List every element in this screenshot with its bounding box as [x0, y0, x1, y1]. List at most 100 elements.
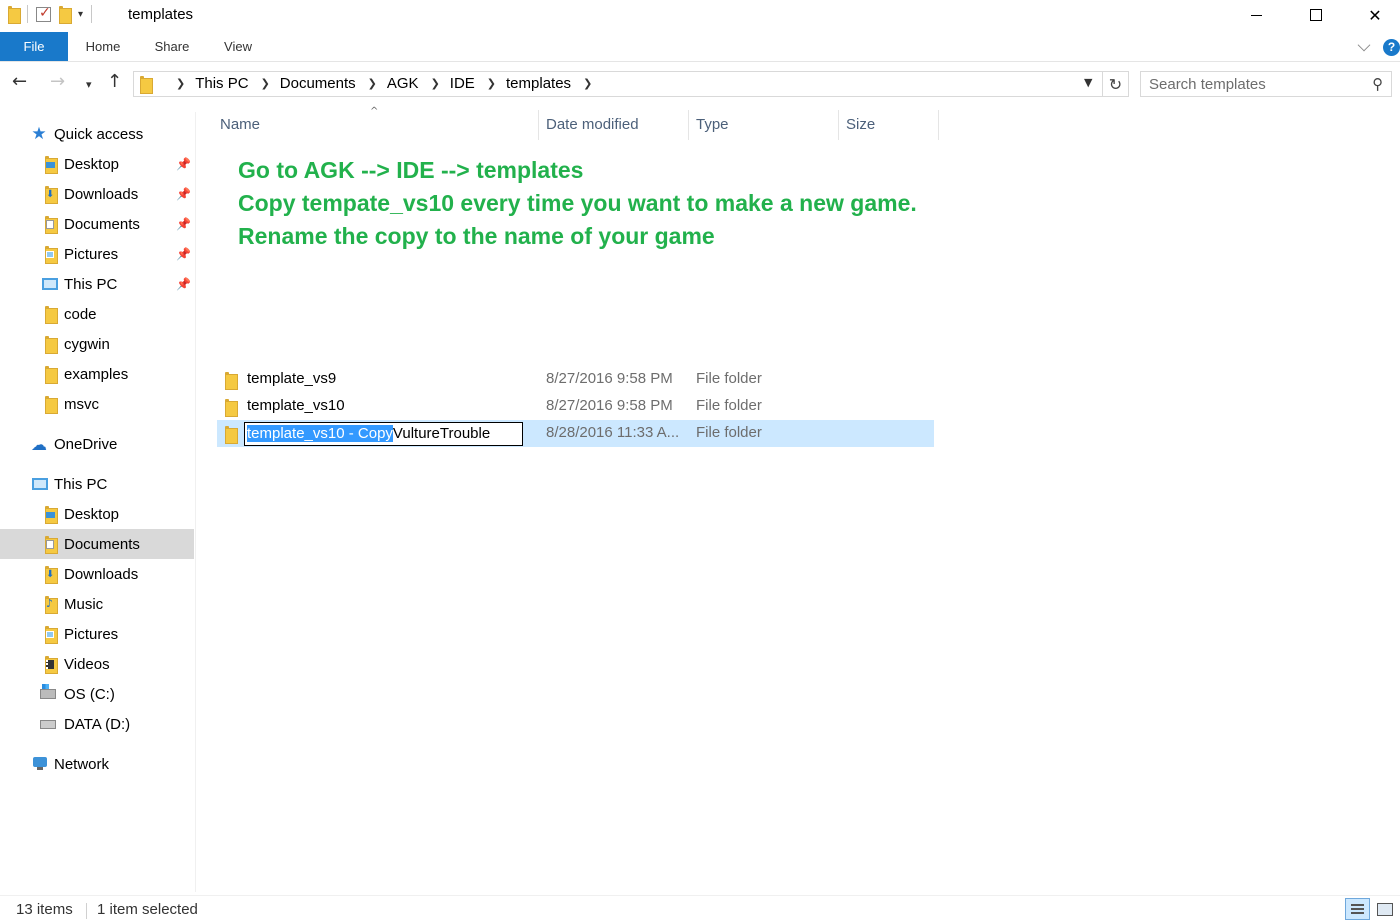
search-input[interactable]: [1149, 74, 1359, 94]
tab-view[interactable]: View: [210, 32, 266, 61]
annotation-line-1: Go to AGK --> IDE --> templates: [238, 157, 584, 183]
column-header-type[interactable]: Type: [696, 110, 729, 140]
sidebar-item-msvc[interactable]: msvc: [0, 389, 194, 419]
details-view-button[interactable]: [1345, 898, 1370, 920]
desktop-folder-icon: [42, 506, 58, 524]
sidebar-item-downloads[interactable]: ⬇ Downloads 📌: [0, 179, 194, 209]
large-icons-view-button[interactable]: [1374, 899, 1394, 917]
column-divider[interactable]: [688, 110, 689, 140]
tab-file[interactable]: File: [0, 32, 68, 61]
sidebar-item-pc-music[interactable]: ♪ Music: [0, 589, 194, 619]
chevron-right-icon[interactable]: ❯: [583, 77, 592, 90]
forward-button[interactable]: →: [50, 72, 65, 92]
chevron-right-icon[interactable]: ❯: [368, 77, 377, 90]
pin-icon[interactable]: 📌: [176, 217, 191, 231]
sidebar-item-pc-documents[interactable]: Documents: [0, 529, 194, 559]
pin-icon[interactable]: 📌: [176, 277, 191, 291]
sidebar-item-documents[interactable]: Documents 📌: [0, 209, 194, 239]
column-header-size[interactable]: Size: [846, 110, 875, 140]
refresh-button[interactable]: ↻: [1103, 71, 1129, 97]
up-button[interactable]: ↑: [107, 72, 122, 92]
sidebar-item-desktop[interactable]: Desktop 📌: [0, 149, 194, 179]
sidebar-item-pc-pictures[interactable]: Pictures: [0, 619, 194, 649]
chevron-down-icon[interactable]: ▼: [1084, 76, 1092, 89]
sidebar-item-code[interactable]: code: [0, 299, 194, 329]
breadcrumb-this-pc[interactable]: This PC: [195, 75, 248, 92]
ribbon: File Home Share View: [0, 32, 1400, 62]
chevron-right-icon[interactable]: ❯: [431, 77, 440, 90]
minimize-button[interactable]: [1233, 0, 1279, 30]
window-title: templates: [128, 6, 194, 23]
maximize-button[interactable]: [1293, 0, 1339, 30]
sidebar-item-label: Desktop: [64, 505, 120, 523]
cloud-icon: ☁: [31, 434, 47, 454]
sidebar-item-examples[interactable]: examples: [0, 359, 194, 389]
divider: [86, 903, 87, 919]
sidebar-item-quick-access[interactable]: ★ Quick access: [0, 119, 194, 149]
close-button[interactable]: ✕: [1352, 0, 1398, 30]
customize-toolbar-icon[interactable]: ▾: [78, 9, 83, 20]
help-icon[interactable]: ?: [1383, 39, 1400, 56]
new-folder-icon[interactable]: [59, 6, 72, 24]
sidebar-item-network[interactable]: Network: [0, 749, 194, 779]
selection-count: 1 item selected: [97, 901, 198, 918]
properties-icon[interactable]: [36, 5, 51, 22]
column-divider[interactable]: [838, 110, 839, 140]
navigation-pane: ★ Quick access Desktop 📌 ⬇ Downloads 📌 D…: [0, 112, 196, 892]
sidebar-item-cygwin[interactable]: cygwin: [0, 329, 194, 359]
navigation-bar: ← → ▾ ↑ ❯ This PC ❯ Documents ❯ AGK ❯ ID…: [0, 64, 1400, 102]
sort-ascending-icon: ^: [370, 106, 379, 117]
tab-share[interactable]: Share: [140, 32, 204, 61]
title-bar: ▾ templates ✕: [0, 0, 1400, 32]
sidebar-item-label: OneDrive: [54, 435, 118, 453]
chevron-right-icon[interactable]: ❯: [176, 77, 185, 90]
sidebar-item-label: Pictures: [64, 245, 119, 263]
file-row[interactable]: template_vs10 8/27/2016 9:58 PM File fol…: [217, 393, 934, 420]
search-box[interactable]: ⚲: [1140, 71, 1392, 97]
pin-icon[interactable]: 📌: [176, 247, 191, 261]
sidebar-item-label: Quick access: [54, 125, 144, 143]
column-header-date[interactable]: Date modified: [546, 110, 639, 140]
sidebar-item-onedrive[interactable]: ☁ OneDrive: [0, 429, 194, 459]
sidebar-item-pc-desktop[interactable]: Desktop: [0, 499, 194, 529]
chevron-right-icon[interactable]: ❯: [261, 77, 270, 90]
folder-icon: [42, 336, 58, 354]
column-divider[interactable]: [938, 110, 939, 140]
sidebar-item-this-pc[interactable]: This PC: [0, 469, 194, 499]
sidebar-item-label: Pictures: [64, 625, 119, 643]
recent-locations-button[interactable]: ▾: [86, 75, 92, 95]
sidebar-item-drive-d[interactable]: DATA (D:): [0, 709, 194, 739]
sidebar-item-label: Desktop: [64, 155, 120, 173]
breadcrumb-agk[interactable]: AGK: [387, 75, 419, 92]
downloads-folder-icon: ⬇: [42, 566, 58, 584]
column-header-name[interactable]: Name: [220, 110, 260, 140]
sidebar-item-label: examples: [64, 365, 129, 383]
rename-input[interactable]: template_vs10 - CopyVultureTrouble: [244, 422, 523, 446]
status-bar: 13 items 1 item selected: [0, 895, 1400, 923]
rename-typed-text: VultureTrouble: [392, 425, 491, 442]
sidebar-item-pc-videos[interactable]: Videos: [0, 649, 194, 679]
tab-home[interactable]: Home: [72, 32, 134, 61]
breadcrumb-ide[interactable]: IDE: [450, 75, 475, 92]
breadcrumb-documents[interactable]: Documents: [280, 75, 356, 92]
chevron-right-icon[interactable]: ❯: [487, 77, 496, 90]
sidebar-item-label: Music: [64, 595, 104, 613]
file-row-selected[interactable]: template_vs10 - CopyVultureTrouble 8/28/…: [217, 420, 934, 447]
back-button[interactable]: ←: [12, 72, 27, 92]
music-folder-icon: ♪: [42, 596, 58, 614]
file-row[interactable]: template_vs9 8/27/2016 9:58 PM File fold…: [217, 366, 934, 393]
expand-ribbon-icon[interactable]: [1357, 38, 1371, 52]
breadcrumb-templates[interactable]: templates: [506, 75, 571, 92]
pin-icon[interactable]: 📌: [176, 157, 191, 171]
address-bar[interactable]: ❯ This PC ❯ Documents ❯ AGK ❯ IDE ❯ temp…: [133, 71, 1103, 97]
pin-icon[interactable]: 📌: [176, 187, 191, 201]
sidebar-item-drive-c[interactable]: OS (C:): [0, 679, 194, 709]
search-icon[interactable]: ⚲: [1372, 75, 1383, 93]
sidebar-item-pictures[interactable]: Pictures 📌: [0, 239, 194, 269]
column-divider[interactable]: [538, 110, 539, 140]
sidebar-item-this-pc-pinned[interactable]: This PC 📌: [0, 269, 194, 299]
folder-icon: [140, 76, 153, 94]
sidebar-item-label: msvc: [64, 395, 99, 413]
computer-icon: [42, 276, 58, 292]
sidebar-item-pc-downloads[interactable]: ⬇ Downloads: [0, 559, 194, 589]
